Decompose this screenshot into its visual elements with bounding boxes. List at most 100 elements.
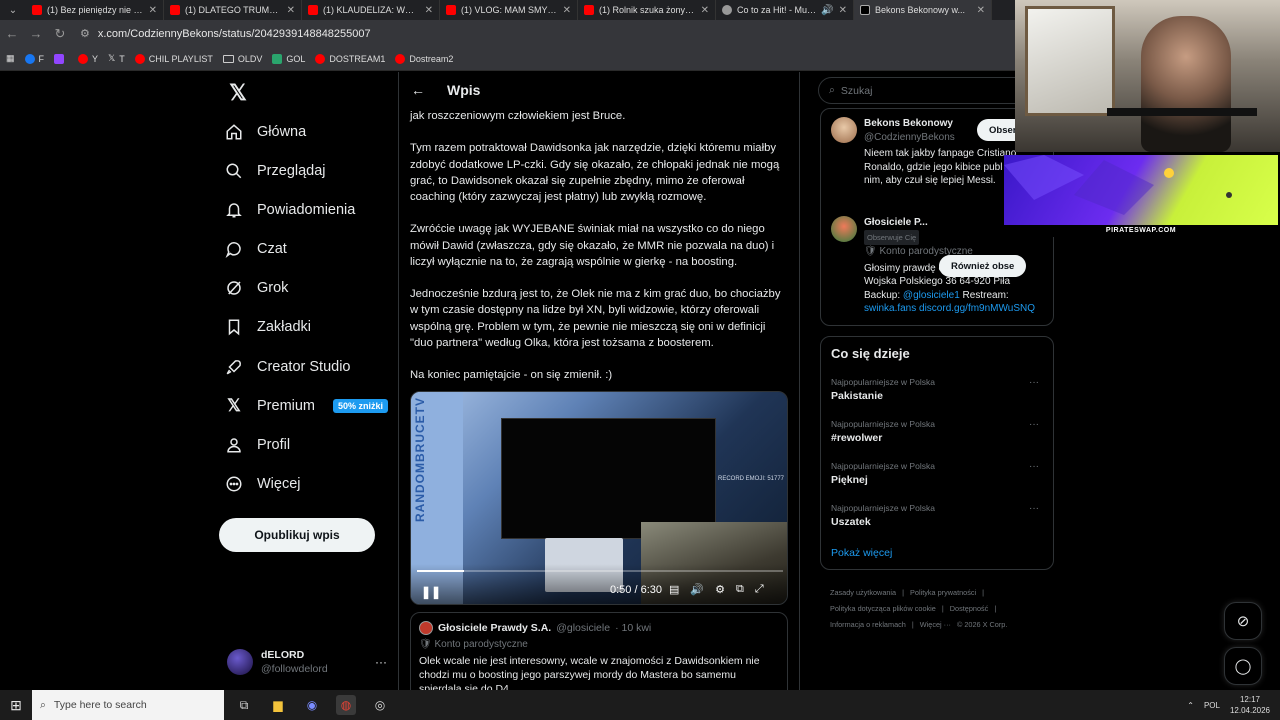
profile-bio-link[interactable]: @glosiciele1 — [903, 290, 960, 301]
close-icon[interactable]: ✕ — [149, 5, 157, 16]
browser-tab[interactable]: Co to za Hit! - Muzyczny... 🔊 ✕ — [716, 0, 854, 20]
video-player[interactable]: RANDOMBRUCETV RECORD EMOJI: 51777 ❚❚ 0:5… — [410, 391, 788, 605]
chat-icon — [225, 240, 243, 258]
nav-item-notifications[interactable]: Powiadomienia — [225, 195, 355, 225]
browser-tab-active[interactable]: Bekons Bekonowy w... ✕ — [854, 0, 992, 20]
nav-item-grok[interactable]: Grok — [225, 273, 288, 303]
trend-item[interactable]: Najpopularniejsze w Polska Uszatek ··· — [831, 503, 1045, 528]
bookmark-item[interactable] — [54, 53, 68, 64]
back-arrow-icon[interactable]: ← — [411, 82, 425, 98]
tab-search-icon[interactable]: ⌄ — [0, 0, 26, 20]
nav-label: Premium — [257, 398, 316, 414]
task-view-icon[interactable]: ⧉ — [234, 695, 254, 715]
browser-tab[interactable]: (1) Bez pieniędzy nie ma... ✕ — [26, 0, 164, 20]
x-icon: 𝕏 — [108, 53, 116, 63]
trend-item[interactable]: Najpopularniejsze w Polska Pakistanie ··… — [831, 377, 1045, 402]
trend-item[interactable]: Najpopularniejsze w Polska Pięknej ··· — [831, 461, 1045, 486]
captions-icon[interactable]: ▤ — [669, 583, 679, 596]
more-dots-icon[interactable]: ··· — [1029, 377, 1039, 388]
file-explorer-icon[interactable]: ▆ — [268, 695, 288, 715]
nav-item-more[interactable]: Więcej — [225, 469, 301, 499]
settings-icon[interactable]: ⚙ — [715, 583, 725, 596]
speaker-icon[interactable]: 🔊 — [821, 5, 833, 16]
volume-icon[interactable]: 🔊 — [690, 583, 704, 596]
account-switcher[interactable]: dELORD @followdelord ··· — [227, 644, 387, 680]
browser-tab[interactable]: (1) Rolnik szuka żony - Yo... ✕ — [578, 0, 716, 20]
clock[interactable]: 12:17 12.04.2026 — [1230, 694, 1270, 716]
post-header: ← Wpis — [399, 72, 799, 108]
close-icon[interactable]: ✕ — [701, 5, 709, 16]
account-name: dELORD — [261, 649, 305, 661]
nav-item-chat[interactable]: Czat — [225, 234, 287, 264]
windows-start-icon[interactable]: ⊞ — [0, 690, 32, 720]
close-icon[interactable]: ✕ — [287, 5, 295, 16]
discord-icon[interactable]: ◉ — [302, 695, 322, 715]
more-dots-icon[interactable]: ··· — [1029, 503, 1039, 514]
x-logo-icon[interactable]: 𝕏 — [225, 80, 251, 106]
video-progress-bar[interactable] — [417, 570, 783, 572]
browser-tab[interactable]: (1) VLOG: MAM SMYKAŁ... ✕ — [440, 0, 578, 20]
reload-icon[interactable]: ↻ — [48, 22, 72, 46]
fullscreen-icon[interactable]: ⤢ — [755, 583, 764, 596]
bookmark-item[interactable]: F — [24, 53, 44, 64]
close-icon[interactable]: ✕ — [563, 5, 571, 16]
browser-tab[interactable]: (1) DLATEGO TRUMP CHC... ✕ — [164, 0, 302, 20]
nav-item-creator-studio[interactable]: Creator Studio — [225, 352, 351, 382]
obs-icon[interactable]: ◎ — [370, 695, 390, 715]
nav-item-profile[interactable]: Profil — [225, 430, 290, 460]
publish-post-button[interactable]: Opublikuj wpis — [219, 518, 375, 552]
nav-item-bookmarks[interactable]: Zakładki — [225, 312, 311, 342]
show-more-link[interactable]: Pokaż więcej — [831, 547, 892, 559]
follow-back-button[interactable]: Również obse — [939, 255, 1027, 277]
browser-tab[interactable]: (1) KLAUDELIZA: WOLBRO... ✕ — [302, 0, 440, 20]
back-arrow-icon[interactable]: ← — [0, 22, 24, 46]
footer-link[interactable]: Informacja o reklamach — [830, 620, 906, 629]
more-dots-icon[interactable]: ··· — [1029, 461, 1039, 472]
bookmark-item[interactable]: Dostream2 — [395, 53, 453, 64]
close-icon[interactable]: ✕ — [425, 5, 433, 16]
tab-title: (1) Bez pieniędzy nie ma... — [47, 5, 144, 15]
grok-fab-icon[interactable]: ⊘ — [1224, 602, 1262, 640]
more-dots-icon[interactable]: ··· — [1029, 419, 1039, 430]
nav-item-premium[interactable]: 𝕏 Premium 50% zniżki — [225, 391, 389, 421]
bookmark-item[interactable]: CHIL PLAYLIST — [134, 53, 213, 64]
bookmark-item[interactable]: OLDV — [222, 53, 263, 64]
footer-link[interactable]: Polityka dotycząca plików cookie — [830, 604, 936, 613]
profile-bio-link[interactable]: swinka.fans discord.gg/fm9nMWuSNQ — [864, 303, 1035, 314]
url-field[interactable]: ⚙ x.com/CodziennyBekons/status/204293914… — [80, 27, 371, 41]
close-icon[interactable]: ✕ — [977, 5, 985, 16]
footer-link[interactable]: Zasady użytkowania — [830, 588, 896, 597]
bookmark-item[interactable]: Y — [78, 53, 98, 64]
apps-grid-icon[interactable]: ▦ — [6, 53, 15, 64]
language-indicator[interactable]: POL — [1204, 701, 1220, 710]
pause-icon[interactable]: ❚❚ — [421, 585, 441, 599]
site-info-icon[interactable]: ⚙ — [80, 27, 90, 40]
clock-date: 12.04.2026 — [1229, 706, 1270, 715]
nav-item-home[interactable]: Główna — [225, 117, 306, 147]
bookmark-item[interactable]: 𝕏T — [108, 53, 125, 64]
footer-link[interactable]: Polityka prywatności — [910, 588, 976, 597]
globe-icon — [722, 5, 732, 15]
footer-separator: | — [902, 588, 905, 597]
bookmark-item[interactable]: GOL — [272, 53, 306, 64]
nav-label: Powiadomienia — [257, 202, 356, 218]
avatar — [227, 649, 253, 675]
bookmark-label: OLDV — [237, 53, 263, 64]
footer-link[interactable]: Dostępność — [950, 604, 989, 613]
bookmark-item[interactable]: DOSTREAM1 — [315, 53, 385, 64]
bookmark-label: GOL — [286, 53, 306, 64]
chrome-icon[interactable]: ◍ — [336, 695, 356, 715]
forward-arrow-icon[interactable]: → — [24, 22, 48, 46]
trend-item[interactable]: Najpopularniejsze w Polska #rewolwer ··· — [831, 419, 1045, 444]
messages-fab-icon[interactable]: ◯ — [1224, 647, 1262, 685]
nav-item-explore[interactable]: Przeglądaj — [225, 156, 326, 186]
quoted-reply[interactable]: Głosiciele Prawdy S.A. @glosiciele · 10 … — [410, 612, 788, 690]
footer-link[interactable]: Więcej ··· — [920, 620, 951, 629]
bell-icon — [225, 201, 243, 219]
pip-icon[interactable]: ⧉ — [736, 583, 744, 596]
more-dots-icon[interactable]: ··· — [375, 655, 387, 669]
copyright: © 2026 X Corp. — [956, 620, 1008, 629]
close-icon[interactable]: ✕ — [839, 5, 847, 16]
taskbar-search[interactable]: ⌕ Type here to search — [32, 690, 224, 720]
tray-chevron-icon[interactable]: ⌃ — [1187, 701, 1194, 710]
